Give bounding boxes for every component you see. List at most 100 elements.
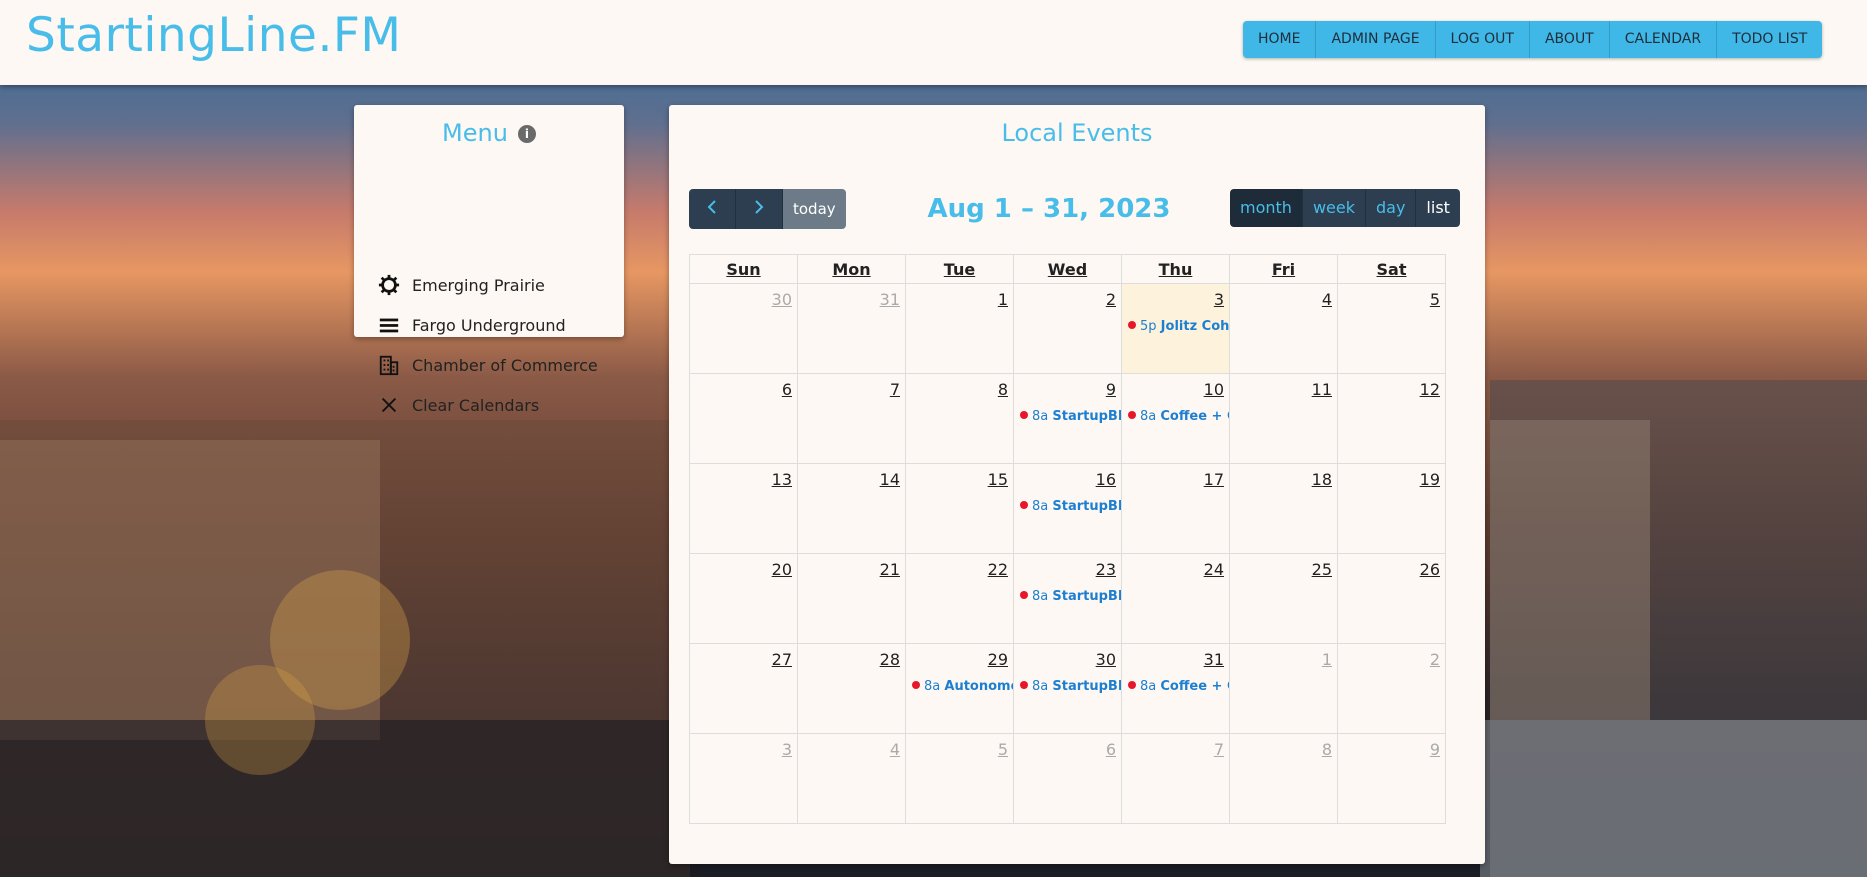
calendar-day-cell[interactable]: 31 <box>797 283 906 374</box>
day-number[interactable]: 7 <box>890 380 900 399</box>
day-number[interactable]: 5 <box>998 740 1008 759</box>
day-number[interactable]: 6 <box>1106 740 1116 759</box>
nav-admin-page[interactable]: ADMIN PAGE <box>1316 21 1436 58</box>
calendar-event[interactable]: 8a StartupBR <box>1020 499 1121 514</box>
calendar-day-cell[interactable]: 7 <box>1121 733 1230 824</box>
day-number[interactable]: 7 <box>1214 740 1224 759</box>
calendar-day-cell[interactable]: 8 <box>905 373 1014 464</box>
day-number[interactable]: 1 <box>998 290 1008 309</box>
day-number[interactable]: 6 <box>782 380 792 399</box>
calendar-day-cell[interactable]: 11 <box>1229 373 1338 464</box>
nav-calendar[interactable]: CALENDAR <box>1610 21 1718 58</box>
calendar-day-cell[interactable]: 4 <box>797 733 906 824</box>
day-number[interactable]: 21 <box>880 560 900 579</box>
day-number[interactable]: 9 <box>1106 380 1116 399</box>
calendar-day-cell[interactable]: 1 <box>1229 643 1338 734</box>
calendar-day-cell[interactable]: 20 <box>689 553 798 644</box>
menu-item-emerging-prairie[interactable]: Emerging Prairie <box>378 273 545 297</box>
calendar-day-cell[interactable]: 18 <box>1229 463 1338 554</box>
day-number[interactable]: 3 <box>1214 290 1224 309</box>
calendar-day-cell[interactable]: 3 <box>689 733 798 824</box>
day-number[interactable]: 15 <box>988 470 1008 489</box>
calendar-day-cell[interactable]: 27 <box>689 643 798 734</box>
day-number[interactable]: 8 <box>998 380 1008 399</box>
calendar-day-cell[interactable]: 13 <box>689 463 798 554</box>
calendar-day-cell[interactable]: 31 8a Coffee + C <box>1121 643 1230 734</box>
nav-log-out[interactable]: LOG OUT <box>1436 21 1530 58</box>
calendar-day-cell[interactable]: 12 <box>1337 373 1446 464</box>
day-number[interactable]: 11 <box>1312 380 1332 399</box>
day-number[interactable]: 1 <box>1322 650 1332 669</box>
day-number[interactable]: 10 <box>1204 380 1224 399</box>
day-number[interactable]: 4 <box>890 740 900 759</box>
calendar-day-cell[interactable]: 3 5p Jolitz Coh <box>1121 283 1230 374</box>
nav-about[interactable]: ABOUT <box>1530 21 1610 58</box>
calendar-day-cell[interactable]: 30 <box>689 283 798 374</box>
nav-todo-list[interactable]: TODO LIST <box>1717 21 1822 58</box>
day-number[interactable]: 17 <box>1204 470 1224 489</box>
calendar-day-cell[interactable]: 16 8a StartupBR <box>1013 463 1122 554</box>
calendar-day-cell[interactable]: 6 <box>689 373 798 464</box>
menu-item-clear-calendars[interactable]: Clear Calendars <box>378 393 539 417</box>
calendar-day-cell[interactable]: 28 <box>797 643 906 734</box>
calendar-day-cell[interactable]: 7 <box>797 373 906 464</box>
day-number[interactable]: 14 <box>880 470 900 489</box>
calendar-day-cell[interactable]: 1 <box>905 283 1014 374</box>
day-number[interactable]: 25 <box>1312 560 1332 579</box>
calendar-event[interactable]: 8a Coffee + C <box>1128 409 1229 424</box>
day-number[interactable]: 18 <box>1312 470 1332 489</box>
menu-item-chamber-of-commerce[interactable]: Chamber of Commerce <box>378 353 598 377</box>
calendar-day-cell[interactable]: 10 8a Coffee + C <box>1121 373 1230 464</box>
calendar-day-cell[interactable]: 26 <box>1337 553 1446 644</box>
day-number[interactable]: 23 <box>1096 560 1116 579</box>
calendar-day-cell[interactable]: 24 <box>1121 553 1230 644</box>
calendar-day-cell[interactable]: 9 8a StartupBR <box>1013 373 1122 464</box>
view-day-button[interactable]: day <box>1365 189 1417 227</box>
calendar-day-cell[interactable]: 19 <box>1337 463 1446 554</box>
calendar-day-cell[interactable]: 8 <box>1229 733 1338 824</box>
day-number[interactable]: 4 <box>1322 290 1332 309</box>
day-number[interactable]: 24 <box>1204 560 1224 579</box>
info-icon[interactable]: i <box>517 125 536 143</box>
calendar-day-cell[interactable]: 5 <box>1337 283 1446 374</box>
day-number[interactable]: 3 <box>782 740 792 759</box>
day-number[interactable]: 19 <box>1420 470 1440 489</box>
day-number[interactable]: 8 <box>1322 740 1332 759</box>
calendar-day-cell[interactable]: 30 8a StartupBR <box>1013 643 1122 734</box>
day-number[interactable]: 30 <box>772 290 792 309</box>
calendar-day-cell[interactable]: 5 <box>905 733 1014 824</box>
day-number[interactable]: 2 <box>1430 650 1440 669</box>
day-number[interactable]: 2 <box>1106 290 1116 309</box>
calendar-event[interactable]: 8a Autonomo <box>912 679 1013 694</box>
day-number[interactable]: 28 <box>880 650 900 669</box>
calendar-day-cell[interactable]: 29 8a Autonomo <box>905 643 1014 734</box>
day-number[interactable]: 22 <box>988 560 1008 579</box>
site-logo-text[interactable]: StartingLine.FM <box>26 8 401 63</box>
calendar-day-cell[interactable]: 15 <box>905 463 1014 554</box>
calendar-day-cell[interactable]: 4 <box>1229 283 1338 374</box>
day-number[interactable]: 20 <box>772 560 792 579</box>
day-number[interactable]: 29 <box>988 650 1008 669</box>
view-month-button[interactable]: month <box>1230 189 1303 227</box>
day-number[interactable]: 12 <box>1420 380 1440 399</box>
calendar-day-cell[interactable]: 25 <box>1229 553 1338 644</box>
calendar-event[interactable]: 8a StartupBR <box>1020 679 1121 694</box>
nav-home[interactable]: HOME <box>1243 21 1317 58</box>
day-number[interactable]: 27 <box>772 650 792 669</box>
calendar-day-cell[interactable]: 2 <box>1337 643 1446 734</box>
day-number[interactable]: 13 <box>772 470 792 489</box>
day-number[interactable]: 5 <box>1430 290 1440 309</box>
day-number[interactable]: 16 <box>1096 470 1116 489</box>
day-number[interactable]: 26 <box>1420 560 1440 579</box>
day-number[interactable]: 31 <box>880 290 900 309</box>
calendar-day-cell[interactable]: 6 <box>1013 733 1122 824</box>
day-number[interactable]: 9 <box>1430 740 1440 759</box>
calendar-day-cell[interactable]: 9 <box>1337 733 1446 824</box>
calendar-event[interactable]: 8a Coffee + C <box>1128 679 1229 694</box>
calendar-day-cell[interactable]: 23 8a StartupBR <box>1013 553 1122 644</box>
calendar-day-cell[interactable]: 22 <box>905 553 1014 644</box>
calendar-day-cell[interactable]: 14 <box>797 463 906 554</box>
day-number[interactable]: 31 <box>1204 650 1224 669</box>
calendar-event[interactable]: 8a StartupBR <box>1020 409 1121 424</box>
calendar-day-cell[interactable]: 17 <box>1121 463 1230 554</box>
